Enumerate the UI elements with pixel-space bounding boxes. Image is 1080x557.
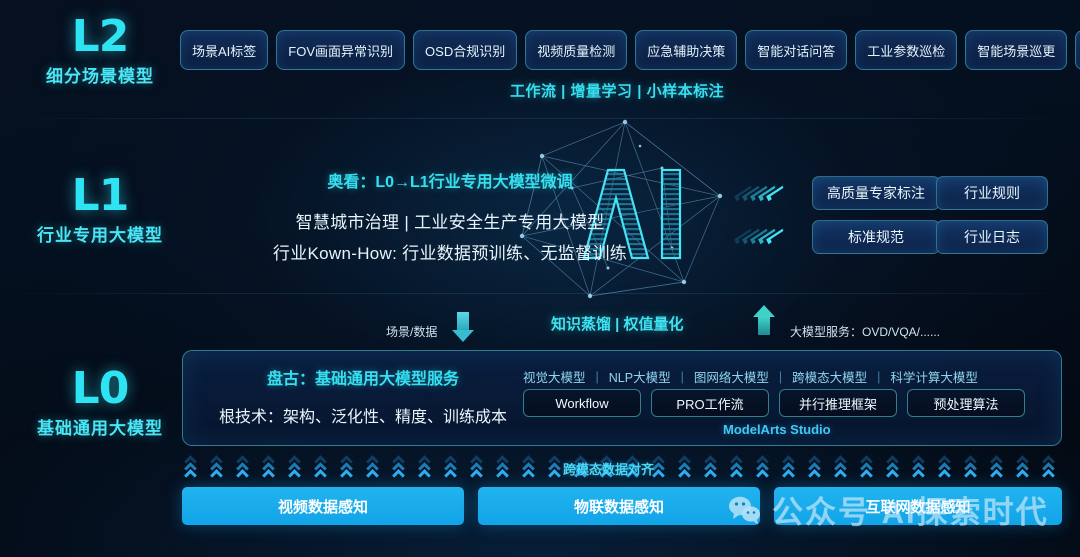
l0-model-type: 视觉大模型 xyxy=(523,371,586,385)
chevron-up-icon xyxy=(1040,455,1066,482)
level-label-l0: L0 基础通用大模型 xyxy=(0,363,200,439)
chevron-up-icon xyxy=(390,455,416,482)
l0-subtitle: 根技术：架构、泛化性、精度、训练成本 xyxy=(218,409,507,426)
l2-tag[interactable]: 工业参数巡检 xyxy=(855,30,958,70)
chevron-up-icon xyxy=(858,455,884,482)
l0-model-type: NLP大模型 xyxy=(608,371,671,385)
chevron-up-icon xyxy=(416,455,442,482)
level-name-l0: 基础通用大模型 xyxy=(37,419,163,439)
bottom-bar-video-data[interactable]: 视频数据感知 xyxy=(182,487,464,525)
chevron-up-icon xyxy=(832,455,858,482)
l0-model-type: 科学计算大模型 xyxy=(890,371,978,385)
chevron-up-icon xyxy=(884,455,910,482)
chevron-up-icon xyxy=(962,455,988,482)
arrow-up-icon xyxy=(753,305,775,335)
chevron-up-icon xyxy=(806,455,832,482)
cross-modal-align-label: 跨模态数据对齐 xyxy=(563,462,655,477)
chevron-left-icon-top xyxy=(734,185,785,202)
level-code-l2: L2 xyxy=(71,11,130,62)
chevron-up-icon xyxy=(442,455,468,482)
level-code-l1: L1 xyxy=(71,170,130,221)
separator: | xyxy=(680,369,684,384)
chevron-up-icon xyxy=(208,455,234,482)
separator: | xyxy=(877,369,881,384)
level-code-l0: L0 xyxy=(71,363,130,414)
l0-button-row: Workflow PRO工作流 并行推理框架 预处理算法 xyxy=(523,389,1025,417)
chevron-up-icon xyxy=(676,455,702,482)
l2-tag[interactable]: 安全生产识别 xyxy=(1075,30,1080,70)
l0-model-type-list: 视觉大模型 | NLP大模型 | 图网络大模型 | 跨模态大模型 | 科学计算大… xyxy=(523,367,978,386)
chevron-up-icon xyxy=(728,455,754,482)
level-label-l2: L2 细分场景模型 xyxy=(0,11,200,87)
l1-button-industry-logs[interactable]: 行业日志 xyxy=(936,220,1048,254)
mid-label-model-service: 大模型服务：OVD/VQA/...... xyxy=(790,325,941,339)
chevron-up-icon xyxy=(910,455,936,482)
l2-footer-text: 工作流 | 增量学习 | 小样本标注 xyxy=(510,83,725,100)
l0-model-type: 图网络大模型 xyxy=(693,371,769,385)
distillation-label: 知识蒸馏 | 权值量化 xyxy=(551,316,684,333)
chevron-up-icon xyxy=(494,455,520,482)
l1-title: 奥看：L0→L1行业专用大模型微调 xyxy=(327,174,573,191)
l0-panel: 盘古：基础通用大模型服务 根技术：架构、泛化性、精度、训练成本 视觉大模型 | … xyxy=(182,350,1062,446)
l2-tag-row: 场景AI标签 FOV画面异常识别 OSD合规识别 视频质量检测 应急辅助决策 智… xyxy=(180,30,1080,70)
l0-button-preprocessing[interactable]: 预处理算法 xyxy=(907,389,1025,417)
l1-button-industry-rules[interactable]: 行业规则 xyxy=(936,176,1048,210)
chevron-up-icon xyxy=(988,455,1014,482)
l2-tag[interactable]: 场景AI标签 xyxy=(180,30,269,70)
l2-tag[interactable]: 智能场景巡更 xyxy=(965,30,1068,70)
l0-button-pro-workflow[interactable]: PRO工作流 xyxy=(651,389,769,417)
bottom-bar-internet-data[interactable]: 互联网数据感知 xyxy=(774,487,1062,525)
chevron-up-icon xyxy=(468,455,494,482)
chevron-up-icon xyxy=(754,455,780,482)
l1-line-1: 智慧城市治理 | 工业安全生产专用大模型 xyxy=(295,213,605,232)
l2-tag[interactable]: 智能对话问答 xyxy=(745,30,848,70)
l1-description: 奥看：L0→L1行业专用大模型微调 智慧城市治理 | 工业安全生产专用大模型 行… xyxy=(190,168,710,270)
l0-platform-label: ModelArts Studio xyxy=(723,422,831,437)
l2-tag[interactable]: FOV画面异常识别 xyxy=(276,30,406,70)
chevron-up-icon xyxy=(312,455,338,482)
l0-title: 盘古：基础通用大模型服务 xyxy=(266,371,459,388)
level-label-l1: L1 行业专用大模型 xyxy=(0,170,200,246)
chevron-up-icon xyxy=(702,455,728,482)
l0-button-parallel-inference[interactable]: 并行推理框架 xyxy=(779,389,897,417)
separator: | xyxy=(778,369,783,384)
bottom-bar-iot-data[interactable]: 物联数据感知 xyxy=(478,487,760,525)
mid-label-scene-data: 场景/数据 xyxy=(386,325,438,339)
l0-model-type: 跨模态大模型 xyxy=(792,371,868,385)
chevron-up-icon xyxy=(286,455,312,482)
separator: | xyxy=(595,369,599,384)
chevron-left-icon-bottom xyxy=(734,228,785,245)
chevron-up-icon xyxy=(338,455,364,482)
arrow-down-icon xyxy=(452,312,474,342)
level-name-l1: 行业专用大模型 xyxy=(37,226,163,246)
chevron-up-icon xyxy=(260,455,286,482)
chevron-up-icon xyxy=(182,455,208,482)
chevron-up-icon xyxy=(234,455,260,482)
l0-left-text: 盘古：基础通用大模型服务 根技术：架构、泛化性、精度、训练成本 xyxy=(213,365,513,427)
l1-line-2: 行业Kown-How: 行业数据预训练、无监督训练 xyxy=(272,244,628,263)
l2-tag[interactable]: OSD合规识别 xyxy=(413,30,518,70)
l2-tag[interactable]: 应急辅助决策 xyxy=(635,30,738,70)
chevron-up-icon xyxy=(1014,455,1040,482)
slide-canvas: L2 细分场景模型 L1 行业专用大模型 L0 基础通用大模型 场景AI标签 F… xyxy=(0,0,1080,557)
chevron-up-icon xyxy=(936,455,962,482)
l1-button-expert-annotation[interactable]: 高质量专家标注 xyxy=(812,176,940,210)
l1-button-standards[interactable]: 标准规范 xyxy=(812,220,940,254)
l0-button-workflow[interactable]: Workflow xyxy=(523,389,641,417)
l2-tag[interactable]: 视频质量检测 xyxy=(525,30,628,70)
chevron-up-icon xyxy=(364,455,390,482)
chevron-up-icon xyxy=(520,455,546,482)
level-name-l2: 细分场景模型 xyxy=(46,67,154,87)
chevron-up-icon xyxy=(780,455,806,482)
